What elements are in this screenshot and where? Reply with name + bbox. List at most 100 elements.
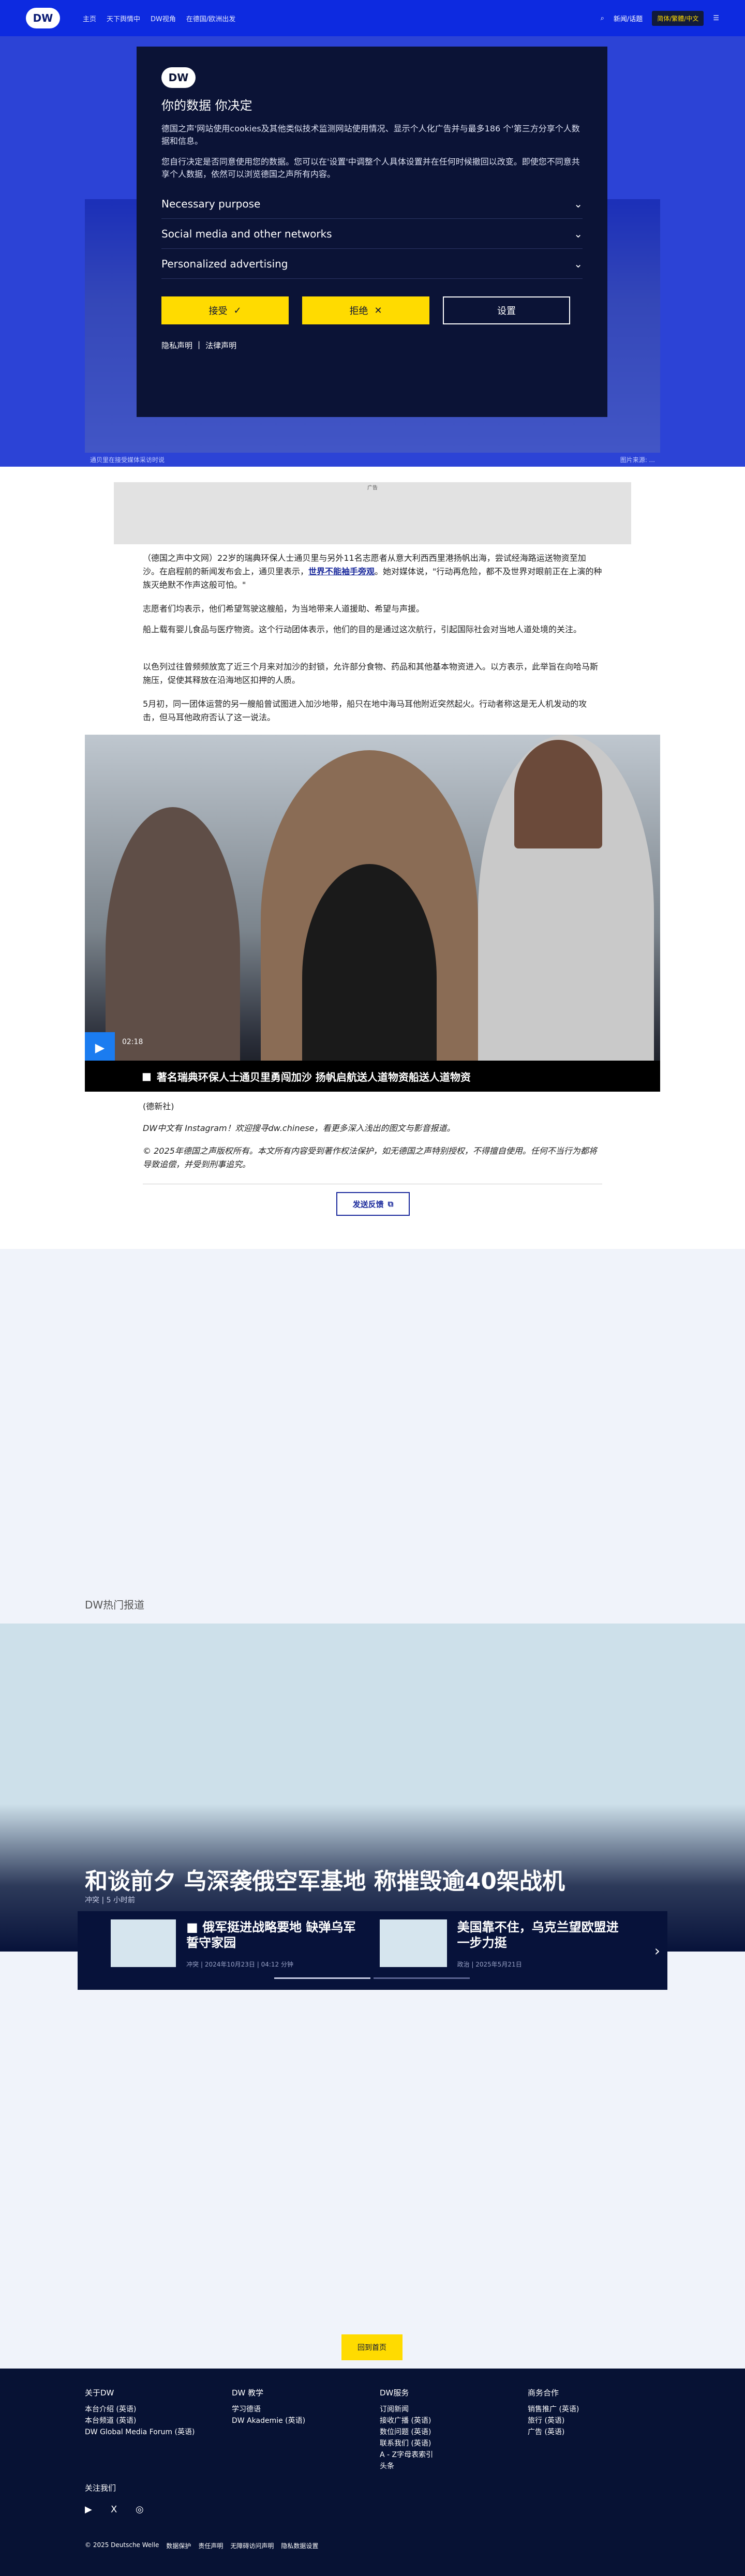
footer-link[interactable]: 旅行 (英语) — [528, 2415, 579, 2426]
search-icon[interactable]: ⌕ — [601, 14, 604, 22]
accordion-social-media[interactable]: Social media and other networks ⌄ — [161, 219, 583, 249]
chevron-down-icon: ⌄ — [574, 197, 583, 210]
site-footer: 关于DW 本台介绍 (英语) 本台频道 (英语) DW Global Media… — [0, 2369, 745, 2576]
footer-link[interactable]: 接收广播 (英语) — [380, 2415, 433, 2426]
video-duration: 02:18 — [122, 1038, 143, 1046]
article-paragraph-2: 志愿者们均表示，他们希望驾驶这艘船，为当地带来人道援助、希望与声援。 — [143, 604, 425, 614]
header-right: ⌕ 新闻/话题 简体/繁體/中文 ☰ — [601, 10, 719, 26]
card-title: 美国靠不住，乌克兰望欧盟进一步力挺 — [457, 1920, 619, 1950]
feedback-label: 发送反馈 — [352, 1199, 384, 1209]
site-header: DW 主页 天下舆情中 DW视角 在德国/欧洲出发 ⌕ 新闻/话题 简体/繁體/… — [0, 0, 745, 36]
hero-credit: 图片来源: ... — [620, 456, 655, 464]
separator: | — [198, 340, 201, 349]
accept-label: 接受 — [208, 306, 228, 317]
footer-link[interactable]: 头条 — [380, 2461, 433, 2472]
home-button[interactable]: 回到首页 — [341, 2334, 403, 2360]
hero-caption: 通贝里在接受媒体采访时说 图片来源: ... — [85, 453, 660, 466]
nav-item-germany[interactable]: 在德国/欧洲出发 — [186, 13, 235, 23]
accordion-necessary-purpose[interactable]: Necessary purpose ⌄ — [161, 189, 583, 219]
chevron-right-icon[interactable]: › — [654, 1942, 660, 1959]
article-paragraph-3: 船上载有婴儿食品与医疗物资。这个行动团体表示，他们的目的是通过这次航行，引起国际… — [143, 624, 582, 634]
language-button[interactable]: 简体/繁體/中文 — [652, 10, 704, 26]
article-paragraph-1: （德国之声中文网）22岁的瑞典环保人士通贝里与另外11名志愿者从意大利西西里港扬… — [143, 552, 602, 592]
footer-copyright: © 2025 Deutsche Welle — [85, 2541, 159, 2549]
accordion-label: Necessary purpose — [161, 197, 261, 210]
play-button[interactable]: ▶ — [85, 1032, 115, 1063]
footer-link[interactable]: 数据保护 — [166, 2541, 191, 2550]
footer-link[interactable]: DW Akademie (英语) — [232, 2415, 305, 2426]
footer-link[interactable]: 广告 (英语) — [528, 2426, 579, 2438]
video-player[interactable] — [85, 735, 660, 1092]
cookie-legal-links: 隐私声明 | 法律声明 — [161, 340, 583, 351]
nav-item-dw-view[interactable]: DW视角 — [151, 13, 176, 23]
main-nav: 主页 天下舆情中 DW视角 在德国/欧洲出发 — [83, 13, 235, 23]
x-icon[interactable]: X — [111, 2504, 117, 2515]
footer-col-title: DW 教学 — [232, 2388, 264, 2398]
popular-meta: 冲突 | 5 小时前 — [85, 1896, 135, 1904]
popular-headline[interactable]: 和谈前夕 乌深袭俄空军基地 称摧毁逾40架战机 — [85, 1863, 565, 1896]
feedback-button[interactable]: 发送反馈 ⧉ — [336, 1192, 410, 1216]
nav-item-world[interactable]: 天下舆情中 — [107, 13, 140, 23]
feedback-icon: ⧉ — [388, 1199, 394, 1209]
chevron-down-icon: ⌄ — [574, 227, 583, 240]
card-meta: 政治 | 2025年5月21日 — [457, 1961, 522, 1968]
youtube-icon[interactable]: ▶ — [85, 2504, 92, 2515]
legal-link[interactable]: 法律声明 — [205, 340, 236, 351]
footer-bottom-links: © 2025 Deutsche Welle 数据保护 责任声明 无障碍访问声明 … — [85, 2541, 318, 2550]
chevron-down-icon: ⌄ — [574, 257, 583, 270]
card-thumbnail — [111, 1919, 176, 1967]
video-title[interactable]: 著名瑞典环保人士通贝里勇闯加沙 扬帆启航送人道物资船送人道物资 — [157, 1069, 471, 1084]
footer-link[interactable]: 学习德语 — [232, 2404, 305, 2415]
card-meta: 冲突 | 2024年10月23日 | 04:12 分钟 — [186, 1961, 293, 1968]
ad-label: 广告 — [367, 485, 378, 491]
footer-col-about: 关于DW 本台介绍 (英语) 本台频道 (英语) DW Global Media… — [85, 2387, 195, 2438]
footer-col-services: DW服务 订阅新闻 接收广播 (英语) 数位问题 (英语) 联系我们 (英语) … — [380, 2387, 433, 2472]
privacy-link[interactable]: 隐私声明 — [161, 340, 192, 351]
footer-link[interactable]: DW Global Media Forum (英语) — [85, 2426, 195, 2438]
footer-link[interactable]: 订阅新闻 — [380, 2404, 433, 2415]
article-link[interactable]: 世界不能袖手旁观 — [308, 567, 375, 576]
footer-link[interactable]: 联系我们 (英语) — [380, 2438, 433, 2449]
footer-link[interactable]: 本台介绍 (英语) — [85, 2404, 195, 2415]
video-icon: ■ — [186, 1920, 203, 1934]
footer-link[interactable]: 隐私数据设置 — [281, 2541, 318, 2550]
footer-col-title: DW服务 — [380, 2388, 409, 2398]
video-caption: ■ 著名瑞典环保人士通贝里勇闯加沙 扬帆启航送人道物资船送人道物资 — [85, 1061, 660, 1092]
settings-button[interactable]: 设置 — [443, 296, 570, 324]
footer-col-title: 商务合作 — [528, 2388, 559, 2398]
play-icon: ▶ — [95, 1040, 105, 1055]
instagram-icon[interactable]: ◎ — [136, 2504, 144, 2515]
dw-logo[interactable]: DW — [26, 8, 60, 28]
carousel-indicator[interactable] — [374, 1977, 470, 1979]
cookie-dw-logo: DW — [161, 67, 196, 88]
popular-section-label: DW热门报道 — [85, 1599, 145, 1611]
reject-button[interactable]: 拒绝 ✕ — [302, 296, 429, 324]
footer-col-learn: DW 教学 学习德语 DW Akademie (英语) — [232, 2387, 305, 2426]
video-icon: ■ — [142, 1070, 152, 1082]
cookie-consent-dialog: DW 你的数据 你决定 德国之声'网站使用cookies及其他类似技术监测网站使… — [137, 47, 607, 417]
popular-carousel: ■ 俄军挺进战略要地 缺弹乌军誓守家园 冲突 | 2024年10月23日 | 0… — [78, 1911, 667, 1990]
cookie-text-2: 您自行决定是否同意使用您的数据。您可以在'设置'中调整个人具体设置并在任何时候撤… — [161, 157, 580, 179]
footer-link[interactable]: 责任声明 — [198, 2541, 223, 2550]
footer-link[interactable]: 无障碍访问声明 — [230, 2541, 274, 2550]
article-source: (德新社) — [143, 1101, 174, 1111]
nav-item-home[interactable]: 主页 — [83, 13, 96, 23]
cookie-text-1: 德国之声'网站使用cookies及其他类似技术监测网站使用情况、显示个人化广告并… — [161, 124, 580, 146]
topics-link[interactable]: 新闻/话题 — [614, 13, 643, 23]
footer-col-title: 关于DW — [85, 2388, 114, 2398]
accordion-label: Social media and other networks — [161, 227, 332, 240]
carousel-indicator-active[interactable] — [274, 1977, 370, 1979]
footer-col-business: 商务合作 销售推广 (英语) 旅行 (英语) 广告 (英语) — [528, 2387, 579, 2438]
footer-link[interactable]: 销售推广 (英语) — [528, 2404, 579, 2415]
article-paragraph-5: 5月初，同一团体运营的另一艘船曾试图进入加沙地带，船只在地中海马耳他附近突然起火… — [143, 699, 587, 722]
footer-link[interactable]: 数位问题 (英语) — [380, 2426, 433, 2438]
accept-button[interactable]: 接受 ✓ — [161, 296, 289, 324]
menu-icon[interactable]: ☰ — [713, 14, 719, 22]
footer-link[interactable]: 本台频道 (英语) — [85, 2415, 195, 2426]
carousel-card[interactable]: ■ 俄军挺进战略要地 缺弹乌军誓守家园 冲突 | 2024年10月23日 | 0… — [111, 1919, 359, 1982]
footer-link[interactable]: A - Z字母表索引 — [380, 2449, 433, 2461]
card-thumbnail — [380, 1919, 447, 1967]
carousel-card[interactable]: 美国靠不住，乌克兰望欧盟进一步力挺 政治 | 2025年5月21日 — [380, 1919, 628, 1982]
card-title: 俄军挺进战略要地 缺弹乌军誓守家园 — [186, 1920, 356, 1950]
accordion-personalized-ads[interactable]: Personalized advertising ⌄ — [161, 249, 583, 279]
